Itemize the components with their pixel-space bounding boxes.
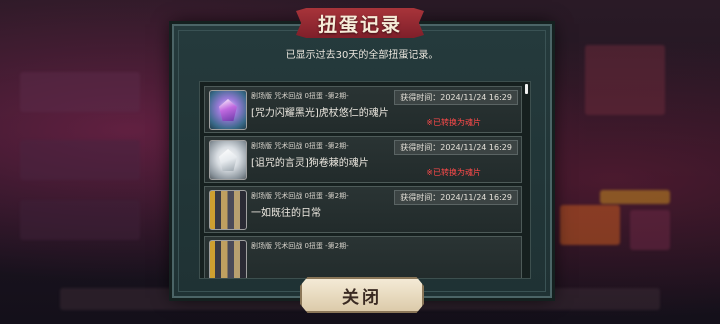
dialog-title: 扭蛋记录: [317, 13, 402, 36]
purple-gem-icon: [209, 90, 247, 130]
obtained-time: 获得时间：2024/11/24 16:29: [394, 140, 518, 155]
background-button-tile: [560, 205, 620, 245]
background-banner-tile: [585, 45, 665, 115]
white-gem-icon: [209, 140, 247, 180]
close-button[interactable]: 关闭: [300, 277, 424, 313]
background-menu-tile: [20, 72, 140, 112]
scrollbar-thumb[interactable]: [525, 84, 528, 94]
list-item: 剧场版 咒术回战 0扭蛋 -第2期- 一如既往的日常 获得时间：2024/11/…: [204, 186, 522, 233]
item-name: [咒力闪耀黑光]虎杖悠仁的魂片: [251, 108, 389, 119]
scene-card-icon: [209, 240, 247, 278]
background-menu-tile: [20, 140, 140, 180]
converted-note: ※已转换为魂片: [426, 168, 481, 177]
scene-card-icon: [209, 190, 247, 230]
dialog-title-banner: 扭蛋记录: [296, 8, 424, 38]
gacha-history-dialog: 已显示过去30天的全部扭蛋记录。 剧场版 咒术回战 0扭蛋 -第2期- [咒力闪…: [172, 24, 552, 298]
converted-note: ※已转换为魂片: [426, 118, 481, 127]
list-item: 剧场版 咒术回战 0扭蛋 -第2期- [咒力闪耀黑光]虎杖悠仁的魂片 获得时间：…: [204, 86, 522, 133]
list-item: 剧场版 咒术回战 0扭蛋 -第2期-: [204, 236, 522, 278]
gem-shape: [219, 99, 237, 121]
obtained-time: 获得时间：2024/11/24 16:29: [394, 190, 518, 205]
record-list[interactable]: 剧场版 咒术回战 0扭蛋 -第2期- [咒力闪耀黑光]虎杖悠仁的魂片 获得时间：…: [199, 81, 531, 279]
dialog-subtitle: 已显示过去30天的全部扭蛋记录。: [285, 50, 439, 61]
banner-name: 剧场版 咒术回战 0扭蛋 -第2期-: [251, 92, 349, 100]
item-name: [诅咒的言灵]狗卷棘的魂片: [251, 158, 369, 169]
list-item: 剧场版 咒术回战 0扭蛋 -第2期- [诅咒的言灵]狗卷棘的魂片 获得时间：20…: [204, 136, 522, 183]
background-button-tile: [600, 190, 670, 204]
background-menu-tile: [20, 200, 140, 240]
gem-shape: [219, 149, 237, 171]
banner-name: 剧场版 咒术回战 0扭蛋 -第2期-: [251, 192, 349, 200]
banner-name: 剧场版 咒术回战 0扭蛋 -第2期-: [251, 242, 349, 250]
banner-name: 剧场版 咒术回战 0扭蛋 -第2期-: [251, 142, 349, 150]
item-name: 一如既往的日常: [251, 208, 321, 219]
background-button-tile: [630, 210, 670, 250]
close-button-label: 关闭: [342, 287, 382, 308]
game-screen: 扭蛋记录 已显示过去30天的全部扭蛋记录。 剧场版 咒术回战 0扭蛋 -第2期-…: [0, 0, 720, 324]
obtained-time: 获得时间：2024/11/24 16:29: [394, 90, 518, 105]
